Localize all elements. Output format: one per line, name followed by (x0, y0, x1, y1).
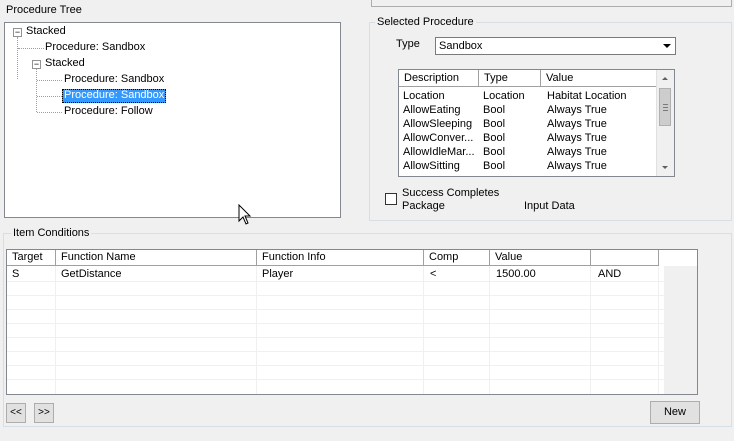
tree-node-stacked[interactable]: Stacked (43, 57, 87, 71)
condition-value[interactable]: 1500.00 (496, 267, 536, 281)
tree-node-procedure[interactable]: Procedure: Sandbox (43, 41, 147, 55)
input-data-label: Input Data (524, 200, 575, 212)
grid-line (7, 365, 697, 366)
grid-line (256, 266, 257, 394)
row-type[interactable]: Bool (483, 159, 505, 173)
condition-operator[interactable]: AND (598, 267, 621, 281)
grid-line (7, 337, 697, 338)
condition-function-name[interactable]: GetDistance (61, 267, 122, 281)
success-completes-label-line2: Package (402, 200, 445, 212)
row-value[interactable]: Always True (547, 145, 607, 159)
condition-comp[interactable]: < (430, 267, 436, 281)
row-description[interactable]: AllowConver... (403, 131, 473, 145)
new-button[interactable]: New (650, 401, 700, 424)
tree-node-procedure[interactable]: Procedure: Follow (62, 105, 155, 119)
collapse-icon[interactable]: − (32, 60, 41, 69)
success-completes-checkbox[interactable] (385, 193, 397, 205)
grid-line (423, 266, 424, 394)
procedure-properties-grid[interactable]: Description Type Value Location Location… (398, 69, 675, 177)
scroll-up-icon[interactable] (657, 70, 674, 87)
row-value[interactable]: Habitat Location (547, 89, 627, 103)
tree-line (37, 112, 62, 113)
row-value[interactable]: Always True (547, 159, 607, 173)
column-header-value[interactable]: Value (490, 250, 591, 266)
type-select-value: Sandbox (439, 40, 483, 52)
column-header-function-name[interactable]: Function Name (56, 250, 257, 266)
mouse-cursor-icon (238, 204, 252, 225)
grid-empty-area (664, 266, 697, 394)
success-completes-label: Success Completes (402, 187, 500, 199)
row-value[interactable]: Always True (547, 117, 607, 131)
collapse-icon[interactable]: − (13, 28, 22, 37)
column-header-target[interactable]: Target (7, 250, 56, 266)
type-label: Type (396, 38, 420, 50)
row-type[interactable]: Location (483, 89, 525, 103)
prev-button[interactable]: << (6, 403, 26, 423)
row-description[interactable]: AllowSitting (403, 159, 460, 173)
grid-line (489, 266, 490, 394)
chevron-down-icon[interactable] (659, 38, 675, 54)
column-header-operator[interactable] (591, 250, 659, 266)
row-type[interactable]: Bool (483, 117, 505, 131)
row-type[interactable]: Bool (483, 145, 505, 159)
row-description[interactable]: AllowIdleMar... (403, 145, 475, 159)
grid-line (7, 351, 697, 352)
row-value[interactable]: Always True (547, 103, 607, 117)
item-conditions-grid[interactable]: Target Function Name Function Info Comp … (6, 249, 698, 395)
column-header-description[interactable]: Description (399, 70, 479, 87)
next-button[interactable]: >> (34, 403, 54, 423)
column-header-value[interactable]: Value (541, 70, 657, 87)
top-panel-edge (371, 0, 732, 7)
grip-line (663, 104, 668, 105)
row-type[interactable]: Bool (483, 103, 505, 117)
column-header-type[interactable]: Type (479, 70, 541, 87)
row-description[interactable]: AllowSleeping (403, 117, 472, 131)
procedure-tree-title: Procedure Tree (6, 4, 82, 16)
grid-line (7, 309, 697, 310)
grid-line (7, 323, 697, 324)
row-description[interactable]: Location (403, 89, 445, 103)
grid-line (7, 379, 697, 380)
tree-line (37, 96, 62, 97)
tree-line (17, 37, 18, 79)
row-type[interactable]: Bool (483, 131, 505, 145)
tree-node-stacked[interactable]: Stacked (24, 25, 68, 39)
column-header-comp[interactable]: Comp (424, 250, 490, 266)
scroll-thumb[interactable] (659, 88, 671, 126)
grid-line (7, 281, 697, 282)
selected-procedure-title: Selected Procedure (375, 16, 476, 29)
tree-node-procedure-selected[interactable]: Procedure: Sandbox (62, 89, 167, 103)
grid-line (658, 266, 659, 394)
grid-line (590, 266, 591, 394)
condition-function-info[interactable]: Player (262, 267, 293, 281)
tree-line (36, 69, 37, 112)
row-value[interactable]: Always True (547, 131, 607, 145)
condition-target[interactable]: S (12, 267, 19, 281)
grip-line (663, 110, 668, 111)
tree-line (37, 80, 62, 81)
scroll-down-icon[interactable] (657, 159, 674, 176)
tree-line (18, 48, 44, 49)
item-conditions-title: Item Conditions (11, 227, 92, 240)
grid-line (7, 295, 697, 296)
grip-line (663, 107, 668, 108)
grid-line (55, 266, 56, 394)
type-select[interactable]: Sandbox (435, 37, 676, 55)
row-description[interactable]: AllowEating (403, 103, 460, 117)
properties-scrollbar[interactable] (656, 70, 674, 176)
column-header-function-info[interactable]: Function Info (257, 250, 424, 266)
procedure-tree[interactable]: − Stacked Procedure: Sandbox − Stacked P… (4, 22, 341, 218)
tree-node-procedure[interactable]: Procedure: Sandbox (62, 73, 166, 87)
